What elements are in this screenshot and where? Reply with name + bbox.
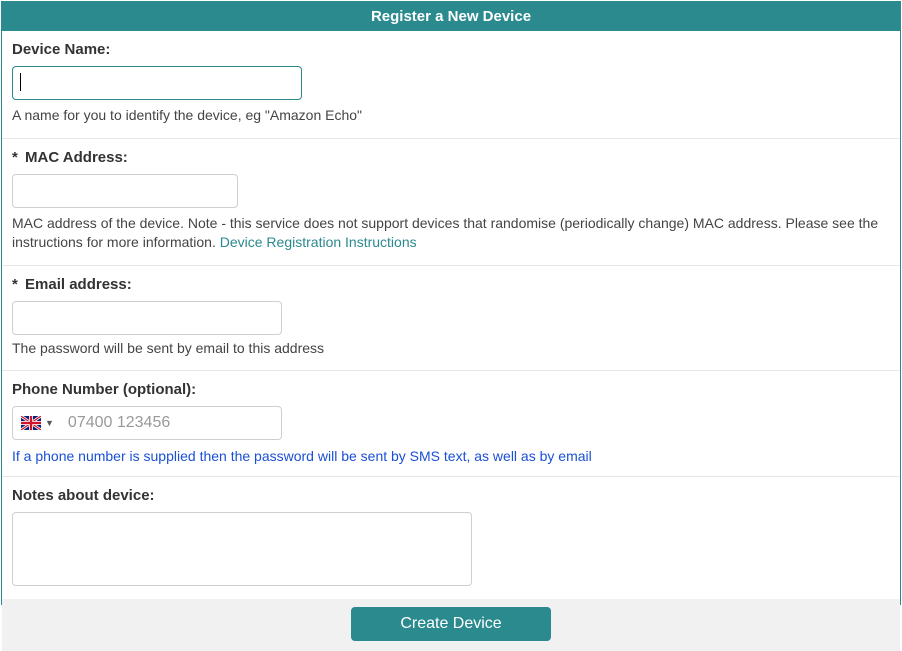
email-help: The password will be sent by email to th… <box>12 339 890 359</box>
notes-section: Notes about device: <box>2 477 900 599</box>
email-label-text: Email address: <box>25 276 132 293</box>
email-section: * Email address: The password will be se… <box>2 266 900 372</box>
mac-help-text: MAC address of the device. Note - this s… <box>12 215 878 251</box>
device-registration-instructions-link[interactable]: Device Registration Instructions <box>220 234 417 250</box>
register-device-panel: Register a New Device Device Name: A nam… <box>1 1 901 605</box>
chevron-down-icon: ▼ <box>45 418 54 428</box>
mac-section: * MAC Address: MAC address of the device… <box>2 139 900 266</box>
mac-label: * MAC Address: <box>12 149 890 166</box>
device-name-label: Device Name: <box>12 41 890 58</box>
phone-input-wrap: ▼ <box>12 406 282 440</box>
panel-title: Register a New Device <box>371 8 531 25</box>
mac-label-text: MAC Address: <box>25 149 128 166</box>
uk-flag-icon <box>21 416 41 430</box>
device-name-section: Device Name: A name for you to identify … <box>2 31 900 139</box>
phone-help: If a phone number is supplied then the p… <box>12 448 890 464</box>
mac-input[interactable] <box>12 174 238 208</box>
device-name-input[interactable] <box>12 66 302 100</box>
footer: Create Device <box>2 599 900 651</box>
phone-input[interactable] <box>60 414 281 432</box>
country-code-selector[interactable]: ▼ <box>13 416 60 430</box>
phone-section: Phone Number (optional): ▼ <box>2 371 900 477</box>
required-asterisk: * <box>12 276 18 293</box>
mac-help: MAC address of the device. Note - this s… <box>12 214 890 253</box>
device-name-help: A name for you to identify the device, e… <box>12 106 890 126</box>
email-input[interactable] <box>12 301 282 335</box>
notes-textarea[interactable] <box>12 512 472 586</box>
email-label: * Email address: <box>12 276 890 293</box>
phone-label: Phone Number (optional): <box>12 381 890 398</box>
required-asterisk: * <box>12 149 18 166</box>
text-cursor <box>20 73 21 91</box>
panel-header: Register a New Device <box>2 2 900 31</box>
notes-label: Notes about device: <box>12 487 890 504</box>
create-device-button[interactable]: Create Device <box>351 607 551 641</box>
